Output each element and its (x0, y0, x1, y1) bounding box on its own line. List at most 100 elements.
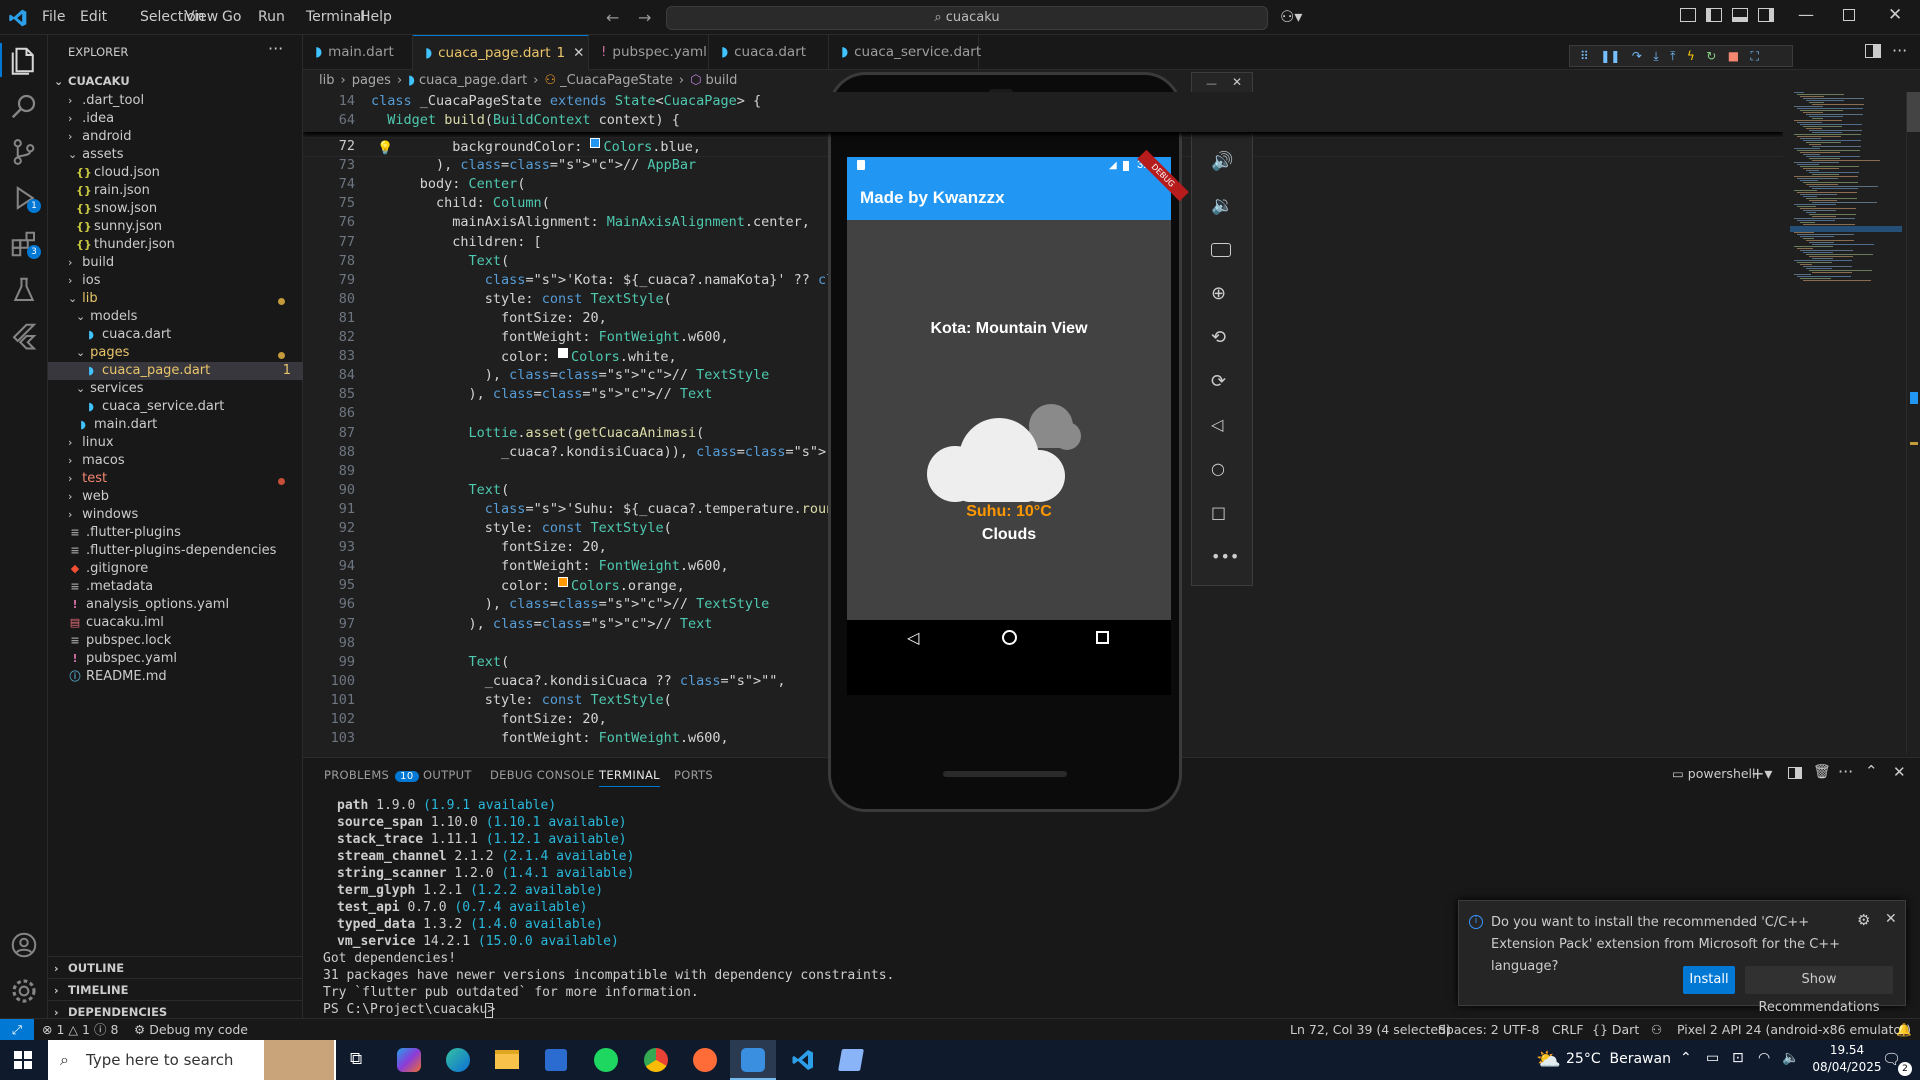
file-explorer-icon[interactable] (495, 1050, 519, 1069)
menu-item-edit[interactable]: Edit (80, 9, 107, 25)
back-icon[interactable]: ◁ (1211, 415, 1235, 439)
postman-icon[interactable] (693, 1048, 717, 1072)
menu-item-terminal[interactable]: Terminal (306, 9, 365, 25)
tab-cuaca_service-dart[interactable]: ◗ cuaca_service.dart (829, 35, 981, 70)
minimize-emulator-icon[interactable]: — (1206, 77, 1217, 90)
tree-item[interactable]: › ios (48, 272, 303, 290)
breadcrumb-item[interactable]: build (705, 73, 737, 88)
tree-item[interactable]: ≡ pubspec.lock (48, 632, 303, 650)
tree-item[interactable]: › linux (48, 434, 303, 452)
more-actions-icon[interactable]: ··· (1892, 41, 1907, 60)
end-of-line[interactable]: CRLF (1552, 1019, 1584, 1041)
cursor-position[interactable]: Ln 72, Col 39 (4 selected) (1290, 1019, 1451, 1041)
menu-item-view[interactable]: View (185, 9, 218, 25)
flutter-device[interactable]: Pixel 2 API 24 (android-x86 emulator) (1677, 1019, 1911, 1041)
explorer-root-folder[interactable]: ⌄ CUACAKU (48, 70, 303, 92)
more-actions-icon[interactable]: ··· (268, 39, 283, 58)
section-timeline[interactable]: › TIMELINE (48, 978, 303, 1000)
tree-item[interactable]: › test (48, 470, 303, 488)
code-line[interactable]: fontWeight: FontWeight.w600, (371, 558, 729, 574)
editor-scrollbar[interactable] (1906, 92, 1920, 754)
tree-item[interactable]: ◆ .gitignore (48, 560, 303, 578)
tree-item[interactable]: ≡ .flutter-plugins (48, 524, 303, 542)
tree-item[interactable]: {} cloud.json (48, 164, 303, 182)
testing-icon[interactable] (9, 275, 39, 305)
layout-customize-icon[interactable] (1680, 8, 1696, 22)
tree-item[interactable]: › windows (48, 506, 303, 524)
rotate-left-icon[interactable]: ⟲ (1211, 327, 1235, 351)
debug-toolbar[interactable]: ⠿ ❚❚ ↷ ⤓ ⤒ ϟ ↻ ■ ⛶ (1569, 45, 1793, 67)
menu-item-file[interactable]: File (42, 9, 65, 25)
hot-reload-icon[interactable]: ϟ (1687, 49, 1695, 63)
gear-icon[interactable]: ⚙ (1857, 911, 1870, 929)
taskbar-clock[interactable]: 19.54 (1812, 1043, 1882, 1057)
taskbar-weather[interactable]: 25°C Berawan (1566, 1051, 1671, 1067)
back-arrow-icon[interactable]: ← (606, 8, 619, 27)
panel-tab-problems[interactable]: PROBLEMS 10 (324, 768, 419, 782)
taskbar-search-box[interactable]: ⌕ Type here to search (48, 1040, 336, 1080)
volume-icon[interactable]: 🔈 (1782, 1050, 1799, 1066)
close-icon[interactable]: ✕ (573, 45, 584, 61)
indentation[interactable]: Spaces: 2 (1438, 1019, 1499, 1041)
color-swatch-icon[interactable]: ​ (557, 348, 568, 359)
panel-tab-terminal[interactable]: TERMINAL (599, 768, 660, 787)
code-line[interactable]: Text( (371, 253, 510, 269)
extensions-icon[interactable]: 3 (9, 229, 41, 259)
menu-item-go[interactable]: Go (222, 9, 241, 25)
tree-item[interactable]: › android (48, 128, 303, 146)
close-emulator-icon[interactable]: ✕ (1232, 75, 1242, 89)
tree-item[interactable]: {} rain.json (48, 182, 303, 200)
volume-down-icon[interactable]: 🔉 (1211, 195, 1235, 219)
settings-gear-icon[interactable] (9, 976, 39, 1006)
split-editor-icon[interactable] (1865, 44, 1881, 58)
color-swatch-icon[interactable]: ​ (590, 138, 601, 148)
menu-item-help[interactable]: Help (360, 9, 392, 25)
scrollbar-thumb[interactable] (1907, 92, 1920, 132)
step-over-icon[interactable]: ↷ (1632, 49, 1642, 63)
code-line[interactable]: ), class=class="s">"c">// Text (371, 616, 713, 632)
tree-item[interactable]: ◗ cuaca_page.dart 1 (48, 362, 303, 380)
pause-icon[interactable]: ❚❚ (1600, 49, 1620, 63)
minimap-viewport[interactable] (1790, 226, 1902, 232)
install-button[interactable]: Install (1683, 966, 1735, 994)
weather-icon[interactable]: ⛅ (1536, 1047, 1561, 1071)
terminal-shell-selector[interactable]: ▭ powershell (1672, 766, 1756, 781)
nav-recents-icon[interactable] (1096, 631, 1109, 644)
code-line[interactable]: mainAxisAlignment: MainAxisAlignment.cen… (371, 214, 810, 230)
sticky-code-line[interactable]: Widget build(BuildContext context) { (371, 112, 680, 128)
breadcrumb-item[interactable]: cuaca_page.dart (419, 73, 527, 88)
sticky-scroll[interactable]: 14 class _CuacaPageState extends State<Cu… (303, 92, 1783, 132)
drag-handle-icon[interactable]: ⠿ (1580, 49, 1589, 63)
vscode-taskbar-icon[interactable] (791, 1048, 815, 1072)
code-line[interactable]: fontWeight: FontWeight.w600, (371, 329, 729, 345)
search-icon[interactable] (9, 91, 39, 121)
stop-icon[interactable]: ■ (1728, 49, 1739, 63)
forward-arrow-icon[interactable]: → (638, 8, 651, 27)
copilot-app-icon[interactable] (397, 1048, 421, 1072)
explorer-icon[interactable] (9, 45, 39, 75)
source-control-icon[interactable] (9, 137, 39, 167)
breadcrumb-item[interactable]: lib (319, 73, 334, 88)
code-line[interactable]: children: [ (371, 234, 541, 250)
tree-item[interactable]: ◗ main.dart (48, 416, 303, 434)
code-line[interactable]: ), class=class="s">"c">// AppBar (371, 157, 696, 173)
restore-icon[interactable] (1843, 9, 1855, 21)
rotate-right-icon[interactable]: ⟳ (1211, 371, 1235, 395)
code-line[interactable]: body: Center( (371, 176, 526, 192)
notifications-bell-icon[interactable]: 🔔 (1896, 1019, 1912, 1041)
restart-icon[interactable]: ↻ (1706, 49, 1716, 63)
code-line[interactable]: color: ​Colors.orange, (371, 577, 685, 594)
code-line[interactable]: class="s">'Suhu: ${_cuaca?.temperature.r… (371, 501, 900, 517)
tab-cuaca-dart[interactable]: ◗ cuaca.dart (709, 35, 829, 70)
tree-item[interactable]: ⓘ README.md (48, 668, 303, 686)
code-line[interactable]: fontSize: 20, (371, 539, 607, 555)
tree-item[interactable]: ⌄ services (48, 380, 303, 398)
tree-item[interactable]: › web (48, 488, 303, 506)
split-terminal-icon[interactable] (1788, 767, 1802, 779)
tree-item[interactable]: ⌄ assets (48, 146, 303, 164)
color-swatch-icon[interactable]: ​ (557, 577, 568, 588)
code-line[interactable]: ), class=class="s">"c">// TextStyle (371, 596, 770, 612)
section-outline[interactable]: › OUTLINE (48, 956, 303, 978)
toggle-sidebar-icon[interactable] (1706, 8, 1722, 22)
code-line[interactable]: Text( (371, 482, 510, 498)
